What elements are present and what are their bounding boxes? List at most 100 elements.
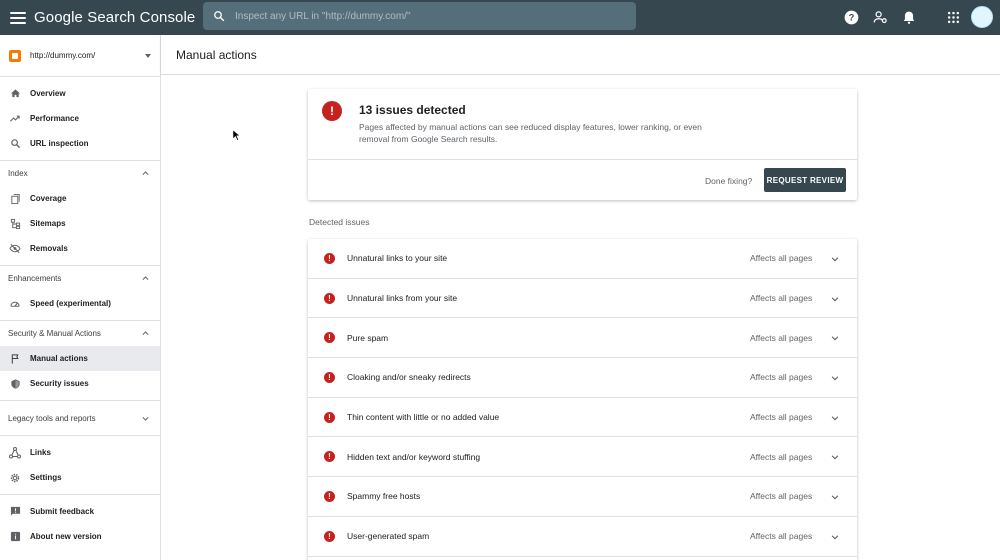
section-index[interactable]: Index xyxy=(0,161,160,186)
sidebar-item-label: Links xyxy=(30,448,51,457)
sidebar: http://dummy.com/ Overview Performance U… xyxy=(0,35,161,560)
issue-row-user-generated-spam[interactable]: ! User-generated spam Affects all pages xyxy=(308,517,857,557)
sidebar-item-links[interactable]: Links xyxy=(0,440,160,465)
speed-icon xyxy=(9,298,21,310)
section-legacy-tools[interactable]: Legacy tools and reports xyxy=(0,401,160,435)
chevron-down-icon xyxy=(142,416,149,421)
coverage-icon xyxy=(9,193,21,205)
search-icon xyxy=(214,11,225,22)
error-icon: ! xyxy=(324,252,335,264)
summary-card: ! 13 issues detected Pages affected by m… xyxy=(308,89,857,200)
apps-grid-icon[interactable] xyxy=(944,8,962,26)
issue-scope: Affects all pages xyxy=(750,372,813,383)
chevron-up-icon xyxy=(142,276,149,280)
sidebar-item-settings[interactable]: Settings xyxy=(0,465,160,490)
sidebar-item-label: URL inspection xyxy=(30,139,89,148)
error-icon: ! xyxy=(322,101,342,121)
sitemap-icon xyxy=(9,218,21,230)
issue-name: Thin content with little or no added val… xyxy=(347,412,500,423)
sidebar-item-label: Performance xyxy=(30,114,79,123)
sidebar-item-security-issues[interactable]: Security issues xyxy=(0,371,160,396)
chevron-down-icon[interactable] xyxy=(830,373,840,383)
caret-down-icon xyxy=(145,53,151,58)
help-icon[interactable]: ? xyxy=(842,8,860,26)
error-icon: ! xyxy=(324,292,335,304)
section-security-manual-actions[interactable]: Security & Manual Actions xyxy=(0,321,160,346)
page-header: Manual actions xyxy=(161,35,1000,75)
issue-name: Cloaking and/or sneaky redirects xyxy=(347,372,471,383)
account-avatar[interactable] xyxy=(971,6,993,28)
issue-row-unnatural-links-to[interactable]: ! Unnatural links to your site Affects a… xyxy=(308,239,857,279)
app-title[interactable]: Google Search Console xyxy=(34,9,195,26)
url-inspect-search[interactable] xyxy=(203,2,636,30)
property-label: http://dummy.com/ xyxy=(30,51,96,60)
request-review-button[interactable]: REQUEST REVIEW xyxy=(764,168,846,192)
issue-row-spammy-free-hosts[interactable]: ! Spammy free hosts Affects all pages xyxy=(308,477,857,517)
sidebar-item-url-inspection[interactable]: URL inspection xyxy=(0,131,160,156)
error-icon: ! xyxy=(324,371,335,383)
issue-scope: Affects all pages xyxy=(750,491,813,502)
issue-scope: Affects all pages xyxy=(750,451,813,462)
issue-row-hidden-text[interactable]: ! Hidden text and/or keyword stuffing Af… xyxy=(308,437,857,478)
divider xyxy=(308,159,857,160)
sidebar-item-label: Overview xyxy=(30,89,66,98)
issues-count-title: 13 issues detected xyxy=(359,103,466,117)
sidebar-item-label: About new version xyxy=(30,532,102,541)
trending-icon xyxy=(9,113,21,125)
issue-name: Unnatural links to your site xyxy=(347,253,448,264)
sidebar-item-label: Security issues xyxy=(30,379,89,388)
error-icon: ! xyxy=(324,490,335,502)
feedback-icon xyxy=(9,506,21,518)
mouse-cursor-icon xyxy=(232,129,241,142)
removals-icon xyxy=(9,243,21,255)
sidebar-item-performance[interactable]: Performance xyxy=(0,106,160,131)
sidebar-item-label: Sitemaps xyxy=(30,219,66,228)
sidebar-item-coverage[interactable]: Coverage xyxy=(0,186,160,211)
sidebar-item-removals[interactable]: Removals xyxy=(0,236,160,261)
done-fixing-label: Done fixing? xyxy=(705,176,753,186)
notifications-icon[interactable] xyxy=(900,8,918,26)
svg-text:?: ? xyxy=(848,12,854,22)
section-title: Enhancements xyxy=(8,274,62,283)
chevron-down-icon[interactable] xyxy=(830,532,840,542)
info-icon xyxy=(9,531,21,543)
issue-name: User-generated spam xyxy=(347,531,430,542)
sidebar-item-overview[interactable]: Overview xyxy=(0,81,160,106)
issue-row-unnatural-links-from[interactable]: ! Unnatural links from your site Affects… xyxy=(308,279,857,319)
sidebar-item-manual-actions[interactable]: Manual actions xyxy=(0,346,160,371)
sidebar-item-label: Settings xyxy=(30,473,62,482)
sidebar-item-submit-feedback[interactable]: Submit feedback xyxy=(0,499,160,524)
sidebar-item-about-new-version[interactable]: About new version xyxy=(0,524,160,549)
main-content: ! 13 issues detected Pages affected by m… xyxy=(161,75,1000,560)
property-selector[interactable]: http://dummy.com/ xyxy=(0,35,160,77)
section-enhancements[interactable]: Enhancements xyxy=(0,266,160,291)
chevron-down-icon[interactable] xyxy=(830,333,840,343)
chevron-down-icon[interactable] xyxy=(830,254,840,264)
issue-row-cloaking[interactable]: ! Cloaking and/or sneaky redirects Affec… xyxy=(308,358,857,398)
chevron-down-icon[interactable] xyxy=(830,492,840,502)
issue-scope: Affects all pages xyxy=(750,253,813,264)
manage-users-icon[interactable] xyxy=(871,8,889,26)
issue-row-thin-content[interactable]: ! Thin content with little or no added v… xyxy=(308,398,857,438)
issue-scope: Affects all pages xyxy=(750,412,813,423)
chevron-down-icon[interactable] xyxy=(830,294,840,304)
menu-icon[interactable] xyxy=(10,11,26,24)
issue-name: Spammy free hosts xyxy=(347,491,421,502)
issue-row-pure-spam[interactable]: ! Pure spam Affects all pages xyxy=(308,318,857,359)
sidebar-item-sitemaps[interactable]: Sitemaps xyxy=(0,211,160,236)
issue-scope: Affects all pages xyxy=(750,332,813,343)
chevron-down-icon[interactable] xyxy=(830,452,840,462)
sidebar-item-label: Removals xyxy=(30,244,68,253)
chevron-down-icon[interactable] xyxy=(830,413,840,423)
links-icon xyxy=(9,446,21,459)
error-icon: ! xyxy=(324,451,335,463)
settings-icon xyxy=(9,472,21,484)
error-icon: ! xyxy=(324,332,335,344)
home-icon xyxy=(9,88,21,100)
section-title: Legacy tools and reports xyxy=(8,413,96,423)
sidebar-item-speed[interactable]: Speed (experimental) xyxy=(0,291,160,316)
page-title: Manual actions xyxy=(176,47,257,62)
chevron-up-icon xyxy=(142,331,149,335)
search-input[interactable] xyxy=(235,10,615,22)
sidebar-item-label: Submit feedback xyxy=(30,507,95,516)
